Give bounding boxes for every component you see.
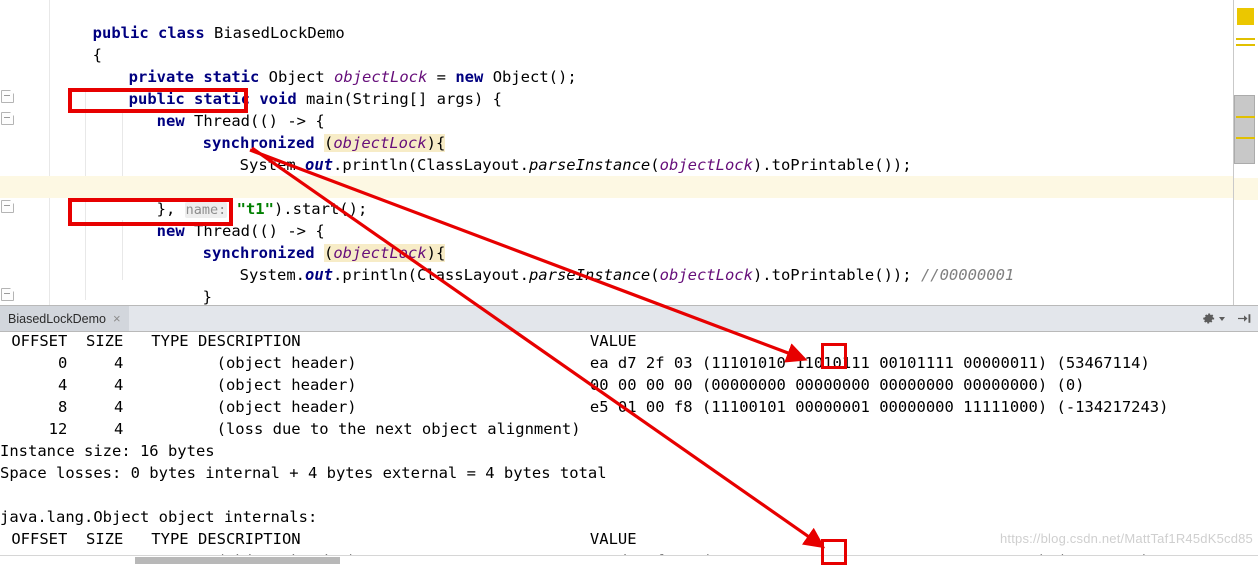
console-tabbar[interactable]: BiasedLockDemo × [0, 305, 1258, 332]
collapse-pane-icon[interactable] [1237, 312, 1252, 325]
console-line: Instance size: 16 bytes [0, 442, 215, 460]
console-line: Space losses: 0 bytes internal + 4 bytes… [0, 464, 607, 482]
console-tab-biasedlockdemo[interactable]: BiasedLockDemo × [0, 306, 129, 331]
console-line: 0 4 (object header) ea d7 2f 03 (1110101… [2, 354, 1150, 372]
warning-stripe-line[interactable] [1236, 116, 1255, 118]
code-lines[interactable]: public class BiasedLockDemo { private st… [0, 0, 1258, 305]
code-line: synchronized (objectLock){ [0, 110, 1258, 152]
warning-stripe-line[interactable] [1236, 44, 1255, 46]
code-line: new Thread(() -> { [0, 88, 1258, 130]
code-line: public class BiasedLockDemo [0, 0, 1258, 42]
run-console-panel[interactable]: BiasedLockDemo × OFFSET SIZE TYPE DESCRI… [0, 305, 1258, 565]
code-line: }, name: "t2").start(); [0, 286, 1258, 305]
code-line: } [0, 264, 1258, 305]
warning-stripe-marker[interactable] [1237, 8, 1254, 25]
console-line: java.lang.Object object internals: [0, 508, 318, 526]
code-editor[interactable]: public class BiasedLockDemo { private st… [0, 0, 1258, 305]
chevron-down-icon[interactable] [1219, 316, 1225, 321]
console-line: OFFSET SIZE TYPE DESCRIPTION VALUE [2, 530, 637, 548]
code-line: synchronized (objectLock){ [0, 220, 1258, 262]
close-icon[interactable]: × [113, 312, 121, 325]
code-line: new Thread(() -> { [0, 198, 1258, 240]
code-line: System.out.println(ClassLayout.parseInst… [0, 132, 1258, 174]
code-line: } [0, 154, 1258, 196]
warning-stripe-line[interactable] [1236, 137, 1255, 139]
settings-button[interactable] [1201, 311, 1225, 326]
gear-icon[interactable] [1201, 311, 1216, 326]
error-stripe-scrollbar[interactable] [1233, 0, 1258, 305]
code-line: }, name: "t1").start(); [0, 176, 1258, 218]
console-horizontal-scrollbar[interactable] [0, 555, 1258, 565]
scrollbar-thumb[interactable] [1234, 95, 1255, 164]
console-tab-label: BiasedLockDemo [8, 311, 106, 326]
code-line: private static Object objectLock = new O… [0, 44, 1258, 86]
console-toolbar[interactable] [1201, 306, 1252, 331]
ide-window: public class BiasedLockDemo { private st… [0, 0, 1258, 565]
scrollbar-thumb[interactable] [135, 557, 340, 564]
console-line: 8 4 (object header) e5 01 00 f8 (1110010… [2, 398, 1169, 416]
warning-stripe-line[interactable] [1236, 38, 1255, 40]
console-line: 12 4 (loss due to the next object alignm… [2, 420, 581, 438]
caret-row-stripe [1234, 178, 1258, 200]
code-line: System.out.println(ClassLayout.parseInst… [0, 242, 1258, 284]
code-line: { [0, 22, 1258, 64]
code-line: public static void main(String[] args) { [0, 66, 1258, 108]
console-line: OFFSET SIZE TYPE DESCRIPTION VALUE [2, 332, 637, 350]
console-output[interactable]: OFFSET SIZE TYPE DESCRIPTION VALUE 0 4 (… [0, 330, 1258, 565]
console-line: 4 4 (object header) 00 00 00 00 (0000000… [2, 376, 1085, 394]
